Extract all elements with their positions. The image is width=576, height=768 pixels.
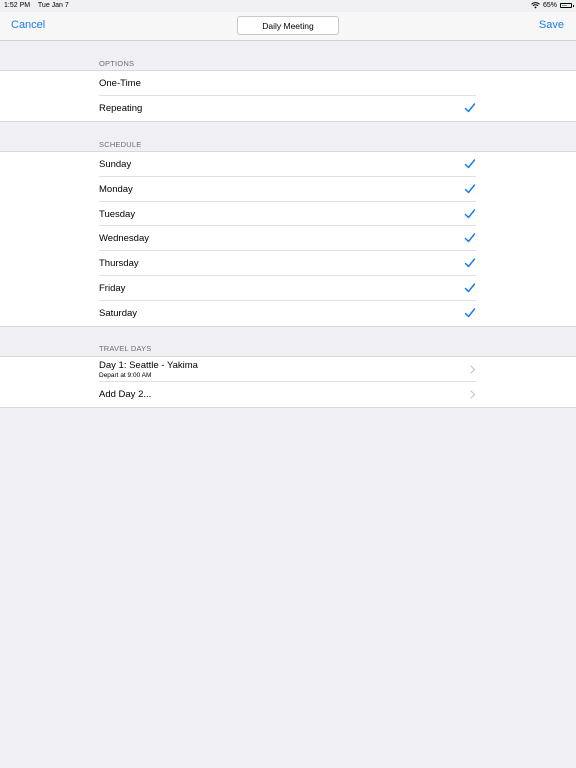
checkmark-icon (464, 283, 476, 293)
day-saturday[interactable]: Saturday (0, 301, 576, 326)
checkmark-icon (464, 258, 476, 268)
cancel-button[interactable]: Cancel (11, 19, 45, 31)
wifi-icon (531, 2, 540, 9)
schedule-group: Sunday Monday Tuesday Wednesday Thursday… (0, 151, 576, 327)
day-label: Friday (99, 282, 126, 294)
battery-icon (560, 3, 574, 8)
checkmark-icon (464, 208, 476, 218)
add-day-button[interactable]: Add Day 2... (0, 382, 576, 407)
status-time: 1:52 PM (4, 2, 31, 9)
day-monday[interactable]: Monday (0, 177, 576, 202)
option-label: One-Time (99, 78, 141, 89)
status-date: Tue Jan 7 (37, 2, 69, 9)
save-button[interactable]: Save (539, 19, 564, 31)
day-label: Tuesday (99, 208, 136, 220)
option-repeating[interactable]: Repeating (0, 96, 576, 121)
checkmark-icon (464, 184, 476, 194)
battery-percent: 65% (542, 2, 557, 9)
day-label: Monday (99, 183, 133, 195)
status-bar: 1:52 PM Tue Jan 7 65% (0, 0, 576, 12)
travel-days-group: Day 1: Seattle - Yakima Depart at 9:00 A… (0, 356, 576, 408)
chevron-right-icon (470, 390, 476, 399)
event-title-field[interactable]: Daily Meeting (237, 16, 339, 35)
chevron-right-icon (470, 365, 476, 374)
checkmark-icon (464, 308, 476, 318)
add-day-label: Add Day 2... (99, 388, 152, 400)
checkmark-icon (464, 159, 476, 169)
travel-day-1[interactable]: Day 1: Seattle - Yakima Depart at 9:00 A… (0, 357, 576, 382)
travel-day-detail: Depart at 9:00 AM (99, 372, 152, 379)
day-wednesday[interactable]: Wednesday (0, 226, 576, 252)
checkmark-icon (464, 233, 476, 243)
day-label: Sunday (99, 159, 132, 170)
travel-day-label: Day 1: Seattle - Yakima (99, 360, 198, 371)
schedule-section-header: SCHEDULE (99, 140, 142, 149)
options-section-header: OPTIONS (99, 59, 135, 68)
day-sunday[interactable]: Sunday (0, 152, 576, 177)
battery-fill (562, 5, 568, 6)
day-tuesday[interactable]: Tuesday (0, 202, 576, 227)
day-thursday[interactable]: Thursday (0, 251, 576, 276)
option-one-time[interactable]: One-Time (0, 71, 576, 96)
checkmark-icon (464, 103, 476, 113)
day-label: Saturday (99, 307, 138, 319)
day-label: Thursday (99, 258, 139, 270)
navigation-bar: Cancel Daily Meeting Save (0, 12, 576, 41)
day-label: Wednesday (99, 233, 149, 245)
options-group: One-Time Repeating (0, 70, 576, 122)
option-label: Repeating (99, 102, 143, 114)
travel-days-section-header: TRAVEL DAYS (99, 344, 152, 353)
day-friday[interactable]: Friday (0, 276, 576, 301)
